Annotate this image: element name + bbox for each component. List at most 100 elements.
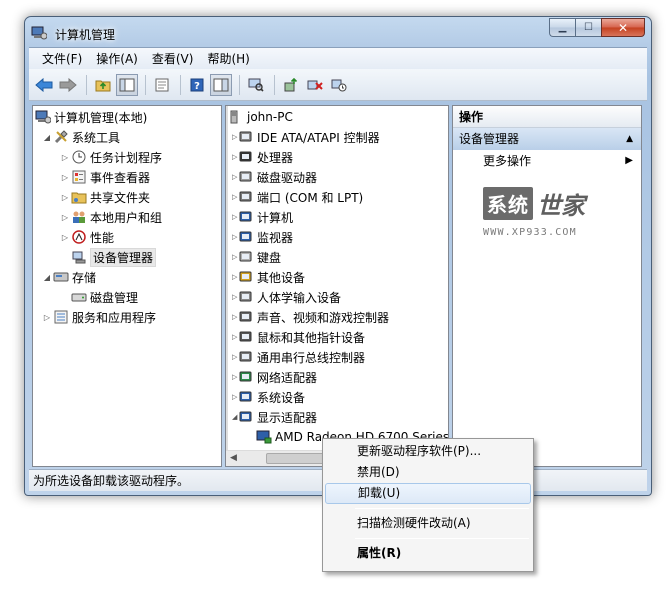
back-button[interactable] [33, 74, 55, 96]
expand-arrow-icon[interactable]: ▷ [59, 213, 71, 222]
device-category[interactable]: ◢ 显示适配器 [232, 408, 317, 426]
tree-label: 设备管理器 [90, 247, 157, 267]
scroll-left-icon[interactable]: ◀ [230, 453, 237, 463]
action-pane-icon [213, 78, 229, 91]
watermark-script-text: 世家 [537, 191, 585, 220]
title-bar[interactable]: 计算机管理 ▁ ☐ ✕ [25, 17, 651, 47]
usb-icon [238, 349, 254, 365]
menu-help[interactable]: 帮助(H) [200, 50, 256, 67]
folder-up-icon [95, 80, 111, 91]
device-tree-root[interactable]: john-PC [228, 108, 293, 126]
tools-icon [53, 129, 69, 145]
minimize-button[interactable]: ▁ [549, 18, 575, 37]
watermark-box-text: 系统 [483, 187, 533, 220]
context-separator [355, 508, 529, 509]
watermark-main: 系统 世家 [483, 186, 633, 221]
device-tree-root-label: john-PC [247, 110, 293, 124]
console-tree-icon [119, 78, 135, 91]
scrollbar-thumb[interactable] [266, 453, 326, 464]
device-category[interactable]: ▷ 其他设备 [232, 268, 305, 286]
tree-item-storage[interactable]: ◢ 存储 [41, 268, 96, 286]
actions-section-device-manager[interactable]: 设备管理器 ▲ [453, 128, 641, 150]
collapse-arrow-icon[interactable]: ◢ [41, 133, 53, 142]
properties-icon [155, 78, 169, 91]
collapse-arrow-icon[interactable]: ◢ [41, 273, 53, 282]
tree-item-task-scheduler[interactable]: ▷ 任务计划程序 [59, 148, 162, 166]
device-category[interactable]: ▷ IDE ATA/ATAPI 控制器 [232, 128, 380, 146]
up-level-button[interactable] [92, 74, 114, 96]
help-toolbar-button[interactable]: ? [186, 74, 208, 96]
device-category[interactable]: ▷ 磁盘驱动器 [232, 168, 317, 186]
enable-device-toolbar-button[interactable] [328, 74, 350, 96]
device-category[interactable]: ▷ 鼠标和其他指针设备 [232, 328, 365, 346]
show-action-pane-button[interactable] [210, 73, 232, 96]
expand-arrow-icon[interactable]: ▷ [59, 173, 71, 182]
toolbar-separator [86, 74, 87, 95]
window-controls: ▁ ☐ ✕ [549, 18, 645, 37]
mouse-icon [238, 329, 254, 345]
device-category[interactable]: ▷ 处理器 [232, 148, 293, 166]
maximize-button[interactable]: ☐ [575, 18, 601, 37]
context-update-driver[interactable]: 更新驱动程序软件(P)... [325, 441, 531, 462]
collapse-up-icon[interactable]: ▲ [626, 128, 633, 150]
menu-view[interactable]: 查看(V) [145, 50, 201, 67]
expand-arrow-icon[interactable]: ▷ [59, 153, 71, 162]
event-log-icon [71, 169, 87, 185]
hid-icon [238, 289, 254, 305]
tree-item-performance[interactable]: ▷ 性能 [59, 228, 114, 246]
tree-item-system-tools[interactable]: ◢ 系统工具 [41, 128, 120, 146]
uninstall-toolbar-button[interactable] [304, 74, 326, 96]
device-category[interactable]: ▷ 监视器 [232, 228, 293, 246]
device-category-label: 键盘 [257, 250, 282, 265]
context-uninstall[interactable]: 卸载(U) [325, 483, 531, 504]
menu-file[interactable]: 文件(F) [35, 50, 89, 67]
tree-item-device-manager[interactable]: 设备管理器 [71, 247, 157, 267]
device-context-menu: 更新驱动程序软件(P)... 禁用(D) 卸载(U) 扫描检测硬件改动(A) 属… [322, 438, 534, 572]
tree-label: 服务和应用程序 [72, 310, 157, 325]
scan-hardware-toolbar-button[interactable] [245, 74, 267, 96]
menu-bar: 文件(F) 操作(A) 查看(V) 帮助(H) [29, 47, 647, 69]
context-disable[interactable]: 禁用(D) [325, 462, 531, 483]
system-device-icon [238, 389, 254, 405]
storage-icon [53, 269, 69, 285]
device-category[interactable]: ▷ 人体学输入设备 [232, 288, 341, 306]
device-tree-pane: john-PC ▷ IDE ATA/ATAPI 控制器 ▷ 处理器 ▷ 磁盘驱动器 ▷ 端口 … [225, 105, 449, 467]
tree-item-services-applications[interactable]: ▷ 服务和应用程序 [41, 308, 156, 326]
pane-splitter[interactable] [226, 106, 228, 466]
expand-arrow-icon[interactable]: ▷ [41, 313, 53, 322]
tree-item-local-users[interactable]: ▷ 本地用户和组 [59, 208, 162, 226]
tree-label: 本地用户和组 [90, 210, 163, 225]
device-category-label: 处理器 [257, 150, 294, 165]
toolbar: ? [29, 69, 647, 101]
monitor-icon [238, 229, 254, 245]
tree-label: 存储 [72, 270, 97, 285]
device-category[interactable]: ▷ 通用串行总线控制器 [232, 348, 365, 366]
tree-item-shared-folders[interactable]: ▷ 共享文件夹 [59, 188, 150, 206]
device-category[interactable]: ▷ 网络适配器 [232, 368, 317, 386]
context-properties[interactable]: 属性(R) [325, 543, 531, 564]
status-text: 为所选设备卸载该驱动程序。 [33, 474, 190, 488]
tree-item-event-viewer[interactable]: ▷ 事件查看器 [59, 168, 150, 186]
tree-item-computer-management[interactable]: 计算机管理(本地) [35, 108, 147, 126]
close-icon: ✕ [617, 20, 629, 35]
expand-arrow-icon[interactable]: ▷ [59, 193, 71, 202]
enable-device-icon [331, 79, 347, 91]
update-driver-toolbar-button[interactable] [280, 74, 302, 96]
scan-monitor-icon [248, 78, 264, 92]
context-scan-hardware[interactable]: 扫描检测硬件改动(A) [325, 513, 531, 534]
device-category[interactable]: ▷ 系统设备 [232, 388, 305, 406]
device-category[interactable]: ▷ 声音、视频和游戏控制器 [232, 308, 389, 326]
menu-action[interactable]: 操作(A) [89, 50, 145, 67]
console-tree-pane: 计算机管理(本地) ◢ 系统工具 ▷ 任务计划程序 ▷ 事件查看器 ▷ 共享文件… [32, 105, 222, 467]
show-hide-tree-button[interactable] [116, 73, 138, 96]
tree-item-disk-management[interactable]: 磁盘管理 [71, 288, 138, 306]
device-category[interactable]: ▷ 端口 (COM 和 LPT) [232, 188, 363, 206]
more-actions-item[interactable]: 更多操作 ▶ [453, 150, 641, 172]
expand-arrow-icon[interactable]: ▷ [59, 233, 71, 242]
device-category[interactable]: ▷ 键盘 [232, 248, 281, 266]
close-button[interactable]: ✕ [601, 18, 645, 37]
properties-toolbar-button[interactable] [151, 74, 173, 96]
forward-button[interactable] [57, 74, 79, 96]
device-category-label: 声音、视频和游戏控制器 [257, 310, 390, 325]
device-category[interactable]: ▷ 计算机 [232, 208, 293, 226]
